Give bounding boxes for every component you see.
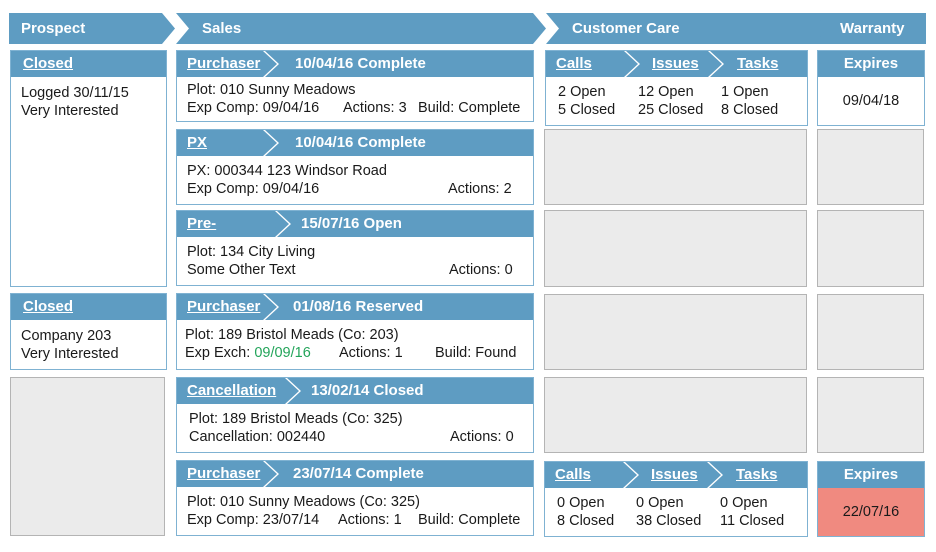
sales-plot: Plot: 134 City Living bbox=[187, 244, 316, 260]
issues-closed: 25 Closed bbox=[638, 102, 704, 118]
sales-type-link[interactable]: Pre-release bbox=[187, 215, 239, 237]
prospect-status-link[interactable]: Closed bbox=[23, 298, 73, 315]
warranty-empty-slot bbox=[817, 210, 924, 287]
calls-link[interactable]: Calls bbox=[555, 462, 591, 488]
column-header-sales: Sales bbox=[176, 13, 546, 44]
sales-title: 01/08/16 Reserved bbox=[293, 298, 424, 315]
sales-build: Build: Found bbox=[435, 345, 517, 361]
prospect-card-2: Closed Company 203 Very Interested bbox=[10, 293, 167, 370]
sales-build: Build: Complete bbox=[418, 512, 521, 528]
sales-exp-exch-label: Exp Exch: bbox=[185, 345, 255, 361]
prospect-status-link[interactable]: Closed bbox=[23, 55, 73, 72]
prospect-empty-slot bbox=[10, 377, 165, 536]
sales-plot: Plot: 189 Bristol Meads (Co: 325) bbox=[189, 411, 403, 427]
sales-cancellation: Cancellation: 002440 bbox=[189, 429, 326, 445]
sales-actions: Actions: 3 bbox=[343, 100, 407, 116]
sales-type-link[interactable]: Purchaser bbox=[187, 465, 260, 482]
tasks-link[interactable]: Tasks bbox=[737, 51, 778, 77]
sales-title: 23/07/14 Complete bbox=[293, 465, 424, 482]
prospect-company: Company 203 bbox=[21, 328, 112, 344]
issues-link[interactable]: Issues bbox=[651, 462, 698, 488]
calls-link[interactable]: Calls bbox=[556, 51, 592, 77]
sales-card-2: PX Seller 10/04/16 Complete PX: 000344 1… bbox=[176, 129, 534, 205]
customer-care-empty-slot bbox=[544, 294, 807, 370]
warranty-expiry-date: 22/07/16 bbox=[842, 504, 900, 520]
sales-card-6: Purchaser 23/07/14 Complete Plot: 010 Su… bbox=[176, 460, 534, 536]
sales-other-text: Some Other Text bbox=[187, 262, 296, 278]
warranty-expires-label: Expires bbox=[818, 462, 924, 488]
tasks-closed: 11 Closed bbox=[720, 513, 785, 529]
customer-care-empty-slot bbox=[544, 129, 807, 205]
calls-closed: 5 Closed bbox=[558, 102, 616, 118]
sales-build: Build: Complete bbox=[418, 100, 521, 116]
sales-title: 13/02/14 Closed bbox=[311, 382, 424, 399]
warranty-empty-slot bbox=[817, 377, 924, 453]
sales-actions: Actions: 1 bbox=[339, 345, 403, 361]
sales-title: 10/04/16 Complete bbox=[295, 134, 426, 151]
prospect-card-1: Closed Logged 30/11/15 Very Interested bbox=[10, 50, 167, 287]
column-header-customer-care: Customer Care bbox=[546, 13, 833, 44]
prospect-interest: Very Interested bbox=[21, 346, 119, 362]
sales-plot: Plot: 010 Sunny Meadows (Co: 325) bbox=[187, 494, 420, 510]
sales-type-link[interactable]: Purchaser bbox=[187, 298, 260, 315]
sales-actions: Actions: 2 bbox=[448, 181, 512, 197]
sales-exp-exch-date: 09/09/16 bbox=[254, 345, 311, 361]
sales-plot: Plot: 189 Bristol Meads (Co: 203) bbox=[185, 327, 399, 343]
issues-open: 0 Open bbox=[636, 495, 684, 511]
prospect-logged: Logged 30/11/15 bbox=[21, 85, 129, 101]
issues-closed: 38 Closed bbox=[636, 513, 702, 529]
prospect-interest: Very Interested bbox=[21, 103, 119, 119]
sales-type-link[interactable]: Purchaser bbox=[187, 55, 260, 72]
warranty-card-2: Expires 22/07/16 bbox=[817, 461, 925, 537]
calls-open: 0 Open bbox=[557, 495, 605, 511]
sales-card-1: Purchaser 10/04/16 Complete Plot: 010 Su… bbox=[176, 50, 534, 122]
customer-care-empty-slot bbox=[544, 377, 807, 453]
sales-exp-comp: Exp Comp: 09/04/16 bbox=[187, 181, 320, 197]
sales-actions: Actions: 1 bbox=[338, 512, 402, 528]
tasks-closed: 8 Closed bbox=[721, 102, 779, 118]
issues-open: 12 Open bbox=[638, 84, 694, 100]
calls-closed: 8 Closed bbox=[557, 513, 615, 529]
column-header-warranty: Warranty bbox=[814, 13, 926, 44]
tasks-link[interactable]: Tasks bbox=[736, 462, 777, 488]
customer-care-empty-slot bbox=[544, 210, 807, 287]
sales-plot: Plot: 010 Sunny Meadows bbox=[187, 82, 356, 98]
warranty-card-1: Expires 09/04/18 bbox=[817, 50, 925, 126]
sales-card-3: Pre-release 15/07/16 Open Plot: 134 City… bbox=[176, 210, 534, 286]
sales-exp-comp: Exp Comp: 09/04/16 bbox=[187, 100, 320, 116]
sales-exp-comp: Exp Comp: 23/07/14 bbox=[187, 512, 320, 528]
issues-link[interactable]: Issues bbox=[652, 51, 699, 77]
warranty-empty-slot bbox=[817, 129, 924, 205]
sales-px: PX: 000344 123 Windsor Road bbox=[187, 163, 387, 179]
customer-care-card-2: Calls Issues Tasks 0 Open 0 Open 0 Open … bbox=[544, 461, 808, 537]
sales-card-4: Purchaser 01/08/16 Reserved Plot: 189 Br… bbox=[176, 293, 534, 370]
sales-card-5: Cancellation 13/02/14 Closed Plot: 189 B… bbox=[176, 377, 534, 453]
warranty-expired-cell: 22/07/16 bbox=[818, 488, 924, 536]
sales-actions: Actions: 0 bbox=[449, 262, 513, 278]
sales-title: 15/07/16 Open bbox=[301, 215, 402, 232]
sales-actions: Actions: 0 bbox=[450, 429, 514, 445]
column-header-prospect: Prospect bbox=[9, 13, 175, 44]
sales-type-link[interactable]: Cancellation bbox=[187, 382, 276, 399]
customer-care-card-1: Calls Issues Tasks 2 Open 12 Open 1 Open… bbox=[545, 50, 808, 126]
sales-title: 10/04/16 Complete bbox=[295, 55, 426, 72]
calls-open: 2 Open bbox=[558, 84, 606, 100]
sales-type-link[interactable]: PX Seller bbox=[187, 134, 228, 156]
tasks-open: 0 Open bbox=[720, 495, 768, 511]
warranty-empty-slot bbox=[817, 294, 924, 370]
warranty-expiry-date: 09/04/18 bbox=[842, 93, 900, 109]
tasks-open: 1 Open bbox=[721, 84, 769, 100]
warranty-expires-label: Expires bbox=[818, 51, 924, 77]
